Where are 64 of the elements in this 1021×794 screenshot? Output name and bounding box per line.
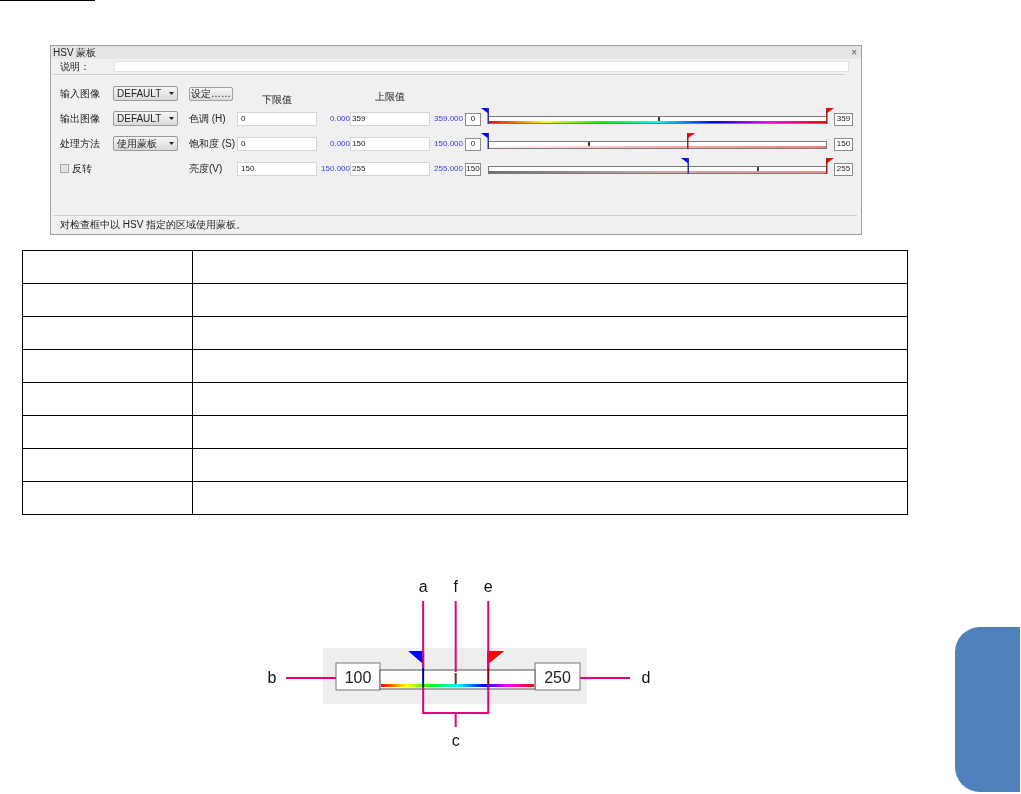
midpoint-marker-icon bbox=[588, 141, 591, 146]
midpoint-marker-icon bbox=[454, 672, 457, 685]
min-flag-handle[interactable] bbox=[481, 107, 489, 124]
high-limit-reading: 359.000 bbox=[434, 114, 463, 123]
midpoint-marker-icon bbox=[657, 116, 660, 121]
low-limit-field[interactable]: 0 bbox=[237, 136, 317, 151]
column-header: 上限值 bbox=[375, 92, 405, 104]
max-value-readout: 255 bbox=[834, 162, 853, 176]
callout-label: b bbox=[267, 669, 277, 686]
high-limit-field[interactable]: 359 bbox=[350, 111, 430, 126]
min-value-readout: 0 bbox=[465, 137, 481, 151]
settings-button[interactable]: 设定…… bbox=[189, 86, 233, 101]
field-label: 输出图像 bbox=[60, 113, 101, 124]
description-field[interactable] bbox=[114, 61, 849, 72]
max-value-box: 250 bbox=[534, 662, 581, 691]
leader-line bbox=[285, 677, 337, 679]
callout-label: d bbox=[641, 669, 651, 686]
max-flag-handle[interactable] bbox=[687, 132, 695, 149]
callout-label: c bbox=[451, 732, 460, 749]
max-flag-handle[interactable] bbox=[826, 157, 834, 174]
high-limit-field[interactable]: 150 bbox=[350, 136, 430, 151]
low-limit-field[interactable]: 150 bbox=[237, 161, 317, 176]
column-header: 下限值 bbox=[262, 95, 292, 106]
min-flag-handle[interactable] bbox=[681, 157, 689, 174]
status-text: 对检查框中以 HSV 指定的区域使用蒙板。 bbox=[60, 220, 247, 230]
close-button[interactable]: × bbox=[851, 47, 857, 58]
low-limit-reading: 0.000 bbox=[329, 114, 350, 123]
callout-label: e bbox=[483, 578, 493, 595]
field-label: 输入图像 bbox=[60, 88, 101, 99]
dropdown-select[interactable]: DEFAULT bbox=[113, 111, 178, 126]
callout-label: a bbox=[418, 578, 428, 595]
field-label: 处理方法 bbox=[60, 138, 101, 149]
checkbox-label: 反转 bbox=[72, 163, 92, 174]
callout-label: f bbox=[453, 578, 458, 595]
caret-icon bbox=[169, 92, 174, 95]
min-value-readout: 150 bbox=[465, 162, 481, 176]
low-limit-reading: 0.000 bbox=[329, 139, 350, 148]
max-flag-handle[interactable] bbox=[826, 107, 834, 124]
high-limit-field[interactable]: 255 bbox=[350, 161, 430, 176]
window-title: HSV 蒙板 bbox=[53, 47, 97, 58]
checkbox[interactable] bbox=[60, 164, 69, 173]
high-limit-reading: 150.000 bbox=[434, 139, 463, 148]
leader-line bbox=[422, 600, 425, 669]
leader-line bbox=[487, 600, 490, 669]
channel-label: 亮度(V) bbox=[189, 163, 224, 174]
midpoint-marker-icon bbox=[756, 166, 759, 171]
max-value-readout: 150 bbox=[834, 137, 853, 151]
caret-icon bbox=[169, 117, 174, 120]
slider-track[interactable] bbox=[481, 107, 834, 124]
dropdown-select[interactable]: 使用蒙板 bbox=[113, 136, 178, 151]
channel-label: 饱和度 (S) bbox=[189, 138, 237, 149]
low-limit-reading: 150.000 bbox=[321, 164, 350, 173]
min-value-box: 100 bbox=[335, 662, 381, 691]
channel-label: 色调 (H) bbox=[189, 113, 227, 124]
low-limit-field[interactable]: 0 bbox=[237, 111, 317, 126]
caret-icon bbox=[169, 142, 174, 145]
high-limit-reading: 255.000 bbox=[434, 164, 463, 173]
max-value-readout: 359 bbox=[834, 112, 853, 126]
field-label: 说明： bbox=[60, 61, 91, 72]
min-flag-handle[interactable] bbox=[481, 132, 489, 149]
range-bracket bbox=[422, 686, 490, 728]
min-value-readout: 0 bbox=[465, 112, 481, 126]
leader-line bbox=[579, 677, 631, 679]
dropdown-select[interactable]: DEFAULT bbox=[113, 86, 178, 101]
